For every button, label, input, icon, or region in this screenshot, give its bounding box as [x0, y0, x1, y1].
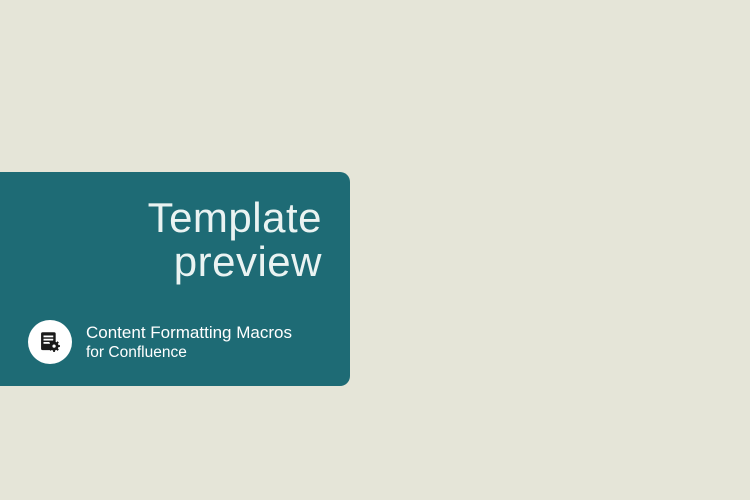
product-icon-circle — [28, 320, 72, 364]
product-row: Content Formatting Macros for Confluence — [28, 320, 322, 364]
card-heading: Template preview — [28, 196, 322, 284]
heading-line-2: preview — [28, 240, 322, 284]
heading-line-1: Template — [28, 196, 322, 240]
product-text: Content Formatting Macros for Confluence — [86, 322, 292, 363]
product-subtitle: for Confluence — [86, 343, 292, 362]
template-preview-card: Template preview — [0, 172, 350, 386]
product-name: Content Formatting Macros — [86, 322, 292, 343]
document-gear-icon — [37, 329, 63, 355]
